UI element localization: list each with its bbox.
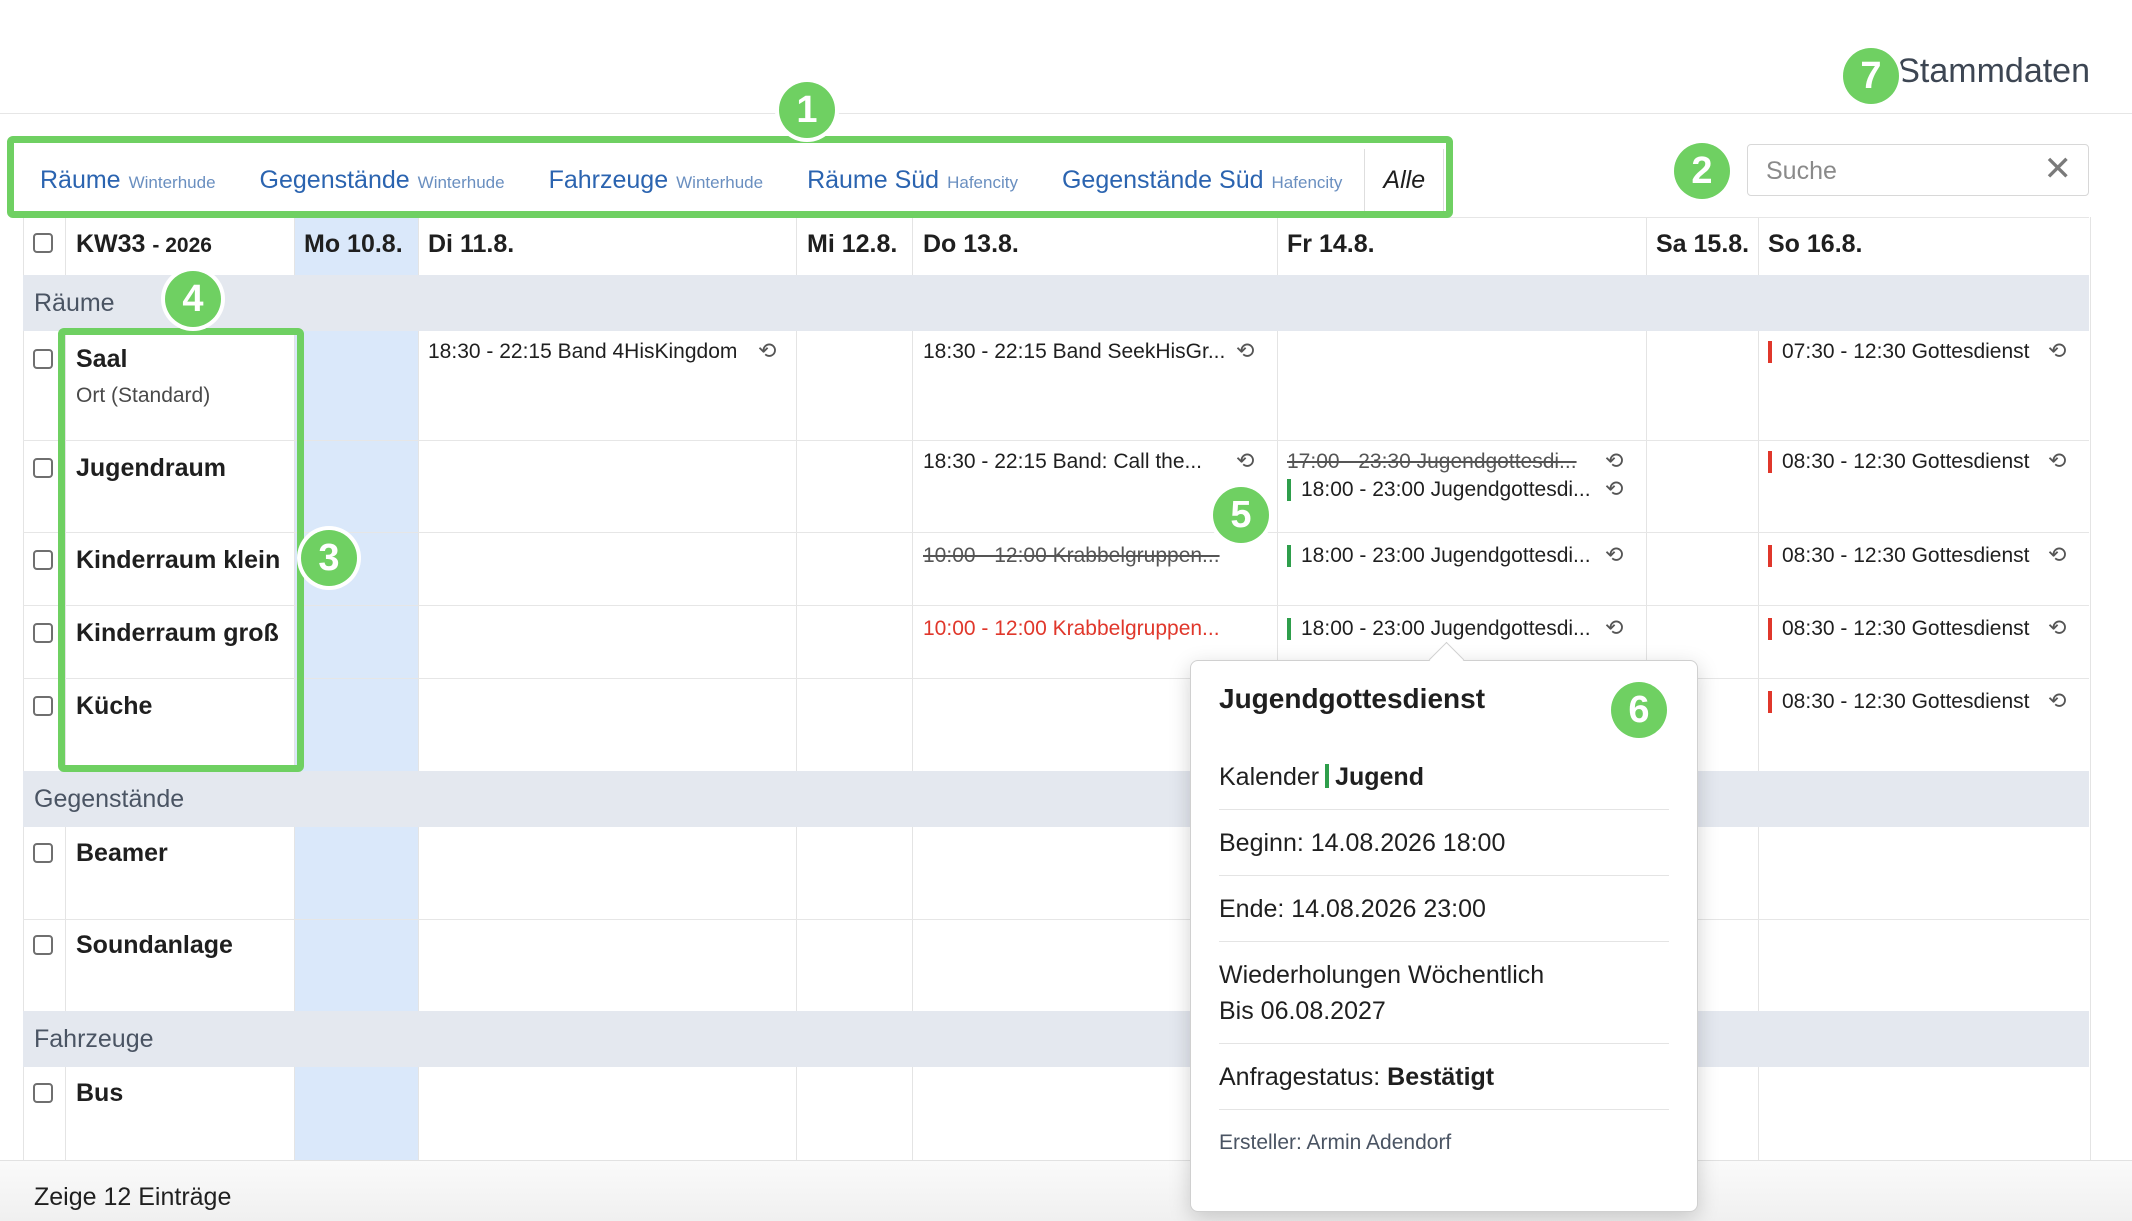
row-checkbox-kinderraum-klein[interactable] [33, 550, 53, 570]
row-checkbox-jugendraum[interactable] [33, 458, 53, 478]
event-kinderraum-gross-fri[interactable]: 18:00 - 23:00 Jugendgottesdi... [1287, 617, 1591, 641]
repeat-icon: ⟲ [758, 338, 777, 363]
annotation-badge-4: 4 [165, 271, 221, 327]
event-kueche-sun[interactable]: 08:30 - 12:30 Gottesdienst [1768, 690, 2030, 714]
annotation-badge-2: 2 [1674, 143, 1730, 199]
repeat-icon: ⟲ [1605, 542, 1624, 567]
repeat-icon: ⟲ [1236, 338, 1255, 363]
repeat-icon: ⟲ [1605, 476, 1624, 501]
popup-calendar: Kalender Jugend [1219, 763, 1424, 791]
popup-title: Jugendgottesdienst [1219, 683, 1486, 714]
day-header-tue[interactable]: Di 11.8. [428, 230, 514, 259]
annotation-badge-1: 1 [779, 82, 835, 138]
repeat-icon: ⟲ [2048, 615, 2067, 640]
repeat-icon: ⟲ [1236, 448, 1255, 473]
popup-end: Ende: 14.08.2026 23:00 [1219, 895, 1486, 923]
annotation-badge-3: 3 [301, 530, 357, 586]
section-gegenstaende: Gegenstände [23, 771, 2089, 827]
repeat-icon: ⟲ [2048, 688, 2067, 713]
tab-raeume-sued[interactable]: Räume Süd Hafencity [785, 149, 1040, 211]
repeat-icon: ⟲ [1605, 448, 1624, 473]
row-checkbox-saal[interactable] [33, 349, 53, 369]
event-kinderraum-klein-sun[interactable]: 08:30 - 12:30 Gottesdienst [1768, 544, 2030, 568]
select-all-checkbox[interactable] [33, 233, 53, 253]
popup-status: Anfragestatus: Bestätigt [1219, 1063, 1495, 1091]
event-kinderraum-klein-fri[interactable]: 18:00 - 23:00 Jugendgottesdi... [1287, 544, 1591, 568]
resource-soundanlage[interactable]: Soundanlage [76, 931, 233, 960]
resource-column-highlight [58, 328, 304, 772]
row-checkbox-soundanlage[interactable] [33, 935, 53, 955]
tab-alle[interactable]: Alle [1364, 149, 1445, 211]
footer: Zeige 12 Einträge [0, 1160, 2132, 1221]
event-jugendraum-thu[interactable]: 18:30 - 22:15 Band: Call the... [923, 450, 1202, 474]
repeat-icon: ⟲ [1605, 615, 1624, 640]
event-kinderraum-klein-thu-cancelled[interactable]: 10:00 - 12:00 Krabbelgruppen... [923, 544, 1220, 568]
annotation-badge-7: 7 [1843, 48, 1899, 104]
row-checkbox-kueche[interactable] [33, 696, 53, 716]
event-jugendraum-fri-cancelled[interactable]: 17:00 - 23:30 Jugendgottesdi... [1287, 450, 1577, 474]
event-saal-tue[interactable]: 18:30 - 22:15 Band 4HisKingdom [428, 340, 737, 364]
week-label: KW33 - 2026 [76, 230, 212, 258]
stammdaten-link[interactable]: Stammdaten [1897, 52, 2090, 91]
event-detail-popup: Jugendgottesdienst Kalender Jugend Beginn… [1190, 641, 1698, 1212]
resource-beamer[interactable]: Beamer [76, 839, 168, 868]
event-kinderraum-gross-sun[interactable]: 08:30 - 12:30 Gottesdienst [1768, 617, 2030, 641]
event-jugendraum-sun[interactable]: 08:30 - 12:30 Gottesdienst [1768, 450, 2030, 474]
entry-count: Zeige 12 Einträge [34, 1183, 232, 1211]
day-header-sun[interactable]: So 16.8. [1768, 230, 1863, 259]
event-saal-sun[interactable]: 07:30 - 12:30 Gottesdienst [1768, 340, 2030, 364]
event-saal-thu[interactable]: 18:30 - 22:15 Band SeekHisGr... [923, 340, 1225, 364]
repeat-icon: ⟲ [2048, 542, 2067, 567]
row-checkbox-beamer[interactable] [33, 843, 53, 863]
resource-bus[interactable]: Bus [76, 1079, 123, 1108]
event-jugendraum-fri[interactable]: 18:00 - 23:00 Jugendgottesdi... [1287, 478, 1591, 502]
tab-fahrzeuge-winterhude[interactable]: Fahrzeuge Winterhude [527, 149, 785, 211]
search-box: ✕ [1747, 144, 2089, 196]
annotation-badge-5: 5 [1213, 487, 1269, 543]
repeat-icon: ⟲ [2048, 338, 2067, 363]
day-header-sat[interactable]: Sa 15.8. [1656, 230, 1749, 259]
close-icon[interactable]: ✕ [2044, 151, 2073, 187]
row-checkbox-bus[interactable] [33, 1083, 53, 1103]
popup-repeat: Wiederholungen Wöchentlich Bis 06.08.202… [1219, 961, 1545, 1025]
day-header-mon[interactable]: Mo 10.8. [304, 230, 403, 259]
tab-raeume-winterhude[interactable]: Räume Winterhude [18, 149, 238, 211]
annotation-badge-6: 6 [1611, 682, 1667, 738]
section-raeume: Räume [23, 275, 2089, 331]
row-checkbox-kinderraum-gross[interactable] [33, 623, 53, 643]
event-kinderraum-gross-thu[interactable]: 10:00 - 12:00 Krabbelgruppen... [923, 617, 1220, 641]
repeat-icon: ⟲ [2048, 448, 2067, 473]
section-fahrzeuge: Fahrzeuge [23, 1011, 2089, 1067]
top-bar [0, 0, 2132, 114]
popup-begin: Beginn: 14.08.2026 18:00 [1219, 829, 1506, 857]
tab-gegenstaende-winterhude[interactable]: Gegenstände Winterhude [238, 149, 527, 211]
tab-gegenstaende-sued[interactable]: Gegenstände Süd Hafencity [1040, 149, 1364, 211]
popup-creator: Ersteller: Armin Adendorf [1219, 1131, 1452, 1154]
day-header-wed[interactable]: Mi 12.8. [807, 230, 897, 259]
day-header-thu[interactable]: Do 13.8. [923, 230, 1019, 259]
category-tabs: Räume Winterhude Gegenstände Winterhude Fa… [18, 147, 1445, 213]
day-header-fri[interactable]: Fr 14.8. [1287, 230, 1375, 259]
search-input[interactable] [1764, 153, 2038, 189]
